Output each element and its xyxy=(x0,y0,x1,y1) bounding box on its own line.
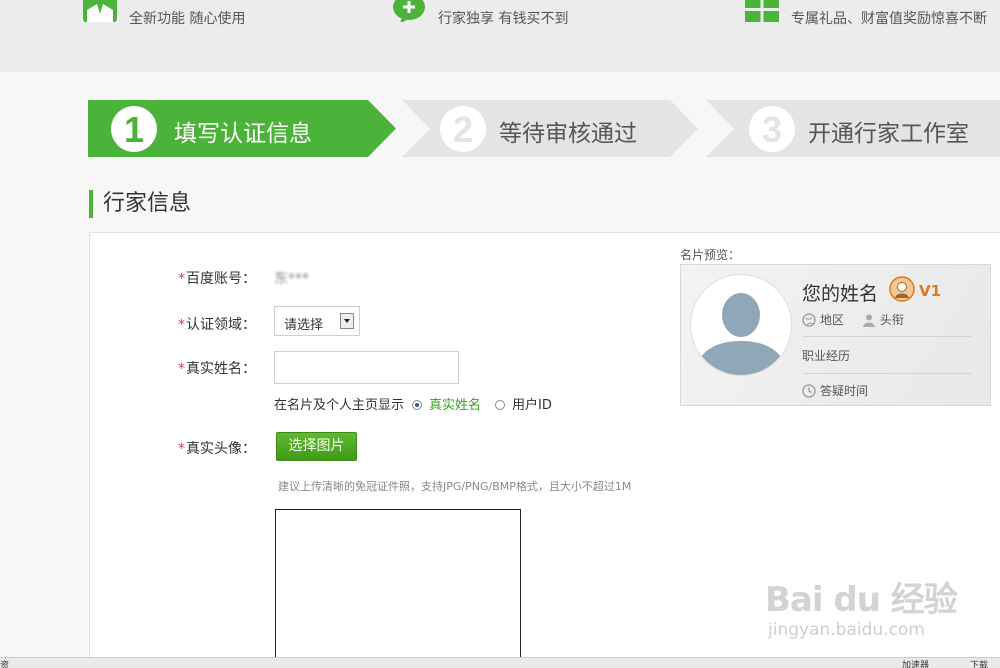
globe-icon xyxy=(802,313,816,327)
step-3-number-icon: 3 xyxy=(749,106,795,152)
chat-plus-icon xyxy=(393,0,425,22)
step-2-number-icon: 2 xyxy=(440,106,486,152)
radio-realname-label[interactable]: 真实姓名 xyxy=(429,398,481,413)
required-mark: * xyxy=(178,361,185,377)
feature-band: 全新功能 随心使用 行家独享 有钱买不到 专属礼品、财富值奖励惊喜不断 xyxy=(0,0,1000,72)
watermark: Bai du 经验 jingyan.baidu.com xyxy=(765,572,995,642)
card-answer-time: 答疑时间 xyxy=(802,382,868,399)
svg-text:3: 3 xyxy=(762,109,782,150)
default-avatar-icon xyxy=(691,275,791,375)
expert-badge-icon xyxy=(889,276,915,302)
card-meta-row: 地区 头衔 xyxy=(802,311,904,328)
account-value: 东*** xyxy=(274,271,309,287)
step-1-label: 填写认证信息 xyxy=(174,121,312,147)
card-title: 头衔 xyxy=(879,313,904,327)
account-label: *百度账号： xyxy=(178,271,256,287)
feature-subtitle: 行家独享 有钱买不到 xyxy=(438,11,569,27)
realname-label: *真实姓名： xyxy=(178,361,256,377)
required-mark: * xyxy=(178,317,185,333)
choose-image-button[interactable]: 选择图片 xyxy=(276,432,357,461)
display-option-row: 在名片及个人主页显示 真实姓名 用户ID xyxy=(274,394,552,413)
step-3-label: 开通行家工作室 xyxy=(808,121,969,147)
business-card-preview: 您的姓名 V1 地区 头衔 职业经历 答疑时间 xyxy=(680,264,991,406)
avatar-label: *真实头像： xyxy=(178,441,256,457)
display-prefix: 在名片及个人主页显示 xyxy=(274,398,405,413)
step-progress: 1 填写认证信息 2 等待审核通过 3 开通行家工作室 xyxy=(88,100,1000,157)
svg-text:2: 2 xyxy=(453,109,473,150)
card-preview-label: 名片预览： xyxy=(680,248,741,262)
level-badge: V1 xyxy=(919,282,942,300)
person-icon xyxy=(862,314,875,327)
card-divider xyxy=(802,373,972,374)
clock-icon xyxy=(802,384,816,398)
watermark-brand: Bai du 经验 xyxy=(765,580,958,620)
feature-subtitle: 专属礼品、财富值奖励惊喜不断 xyxy=(791,11,987,27)
domain-select[interactable]: 请选择 xyxy=(274,306,360,336)
step-1-number-icon: 1 xyxy=(111,106,157,152)
domain-select-value: 请选择 xyxy=(284,318,324,333)
card-name: 您的姓名 xyxy=(802,283,879,305)
feature-subtitle: 全新功能 随心使用 xyxy=(129,11,246,27)
radio-userid-label[interactable]: 用户ID xyxy=(512,398,552,413)
avatar xyxy=(690,274,792,376)
section-title: 行家信息 xyxy=(89,190,191,218)
step-2-label: 等待审核通过 xyxy=(499,121,637,147)
chevron-down-icon[interactable] xyxy=(340,313,354,329)
card-region: 地区 xyxy=(820,313,845,327)
radio-userid[interactable] xyxy=(495,400,506,410)
grid-gift-icon xyxy=(745,0,779,22)
svg-text:1: 1 xyxy=(124,109,144,150)
watermark-url: jingyan.baidu.com xyxy=(768,620,925,640)
user-badge-icon xyxy=(83,0,117,22)
radio-realname[interactable] xyxy=(412,400,423,410)
upload-hint: 建议上传清晰的免冠证件照，支持JPG/PNG/BMP格式，且大小不超过1M xyxy=(278,480,632,493)
realname-input[interactable] xyxy=(274,351,459,384)
domain-label: *认证领域： xyxy=(178,317,256,333)
photo-preview-box xyxy=(275,509,521,667)
card-divider xyxy=(802,336,972,337)
browser-status-bar: 资 加速器 下载 xyxy=(0,657,1000,668)
required-mark: * xyxy=(178,271,185,287)
required-mark: * xyxy=(178,441,185,457)
card-career: 职业经历 xyxy=(802,349,851,363)
